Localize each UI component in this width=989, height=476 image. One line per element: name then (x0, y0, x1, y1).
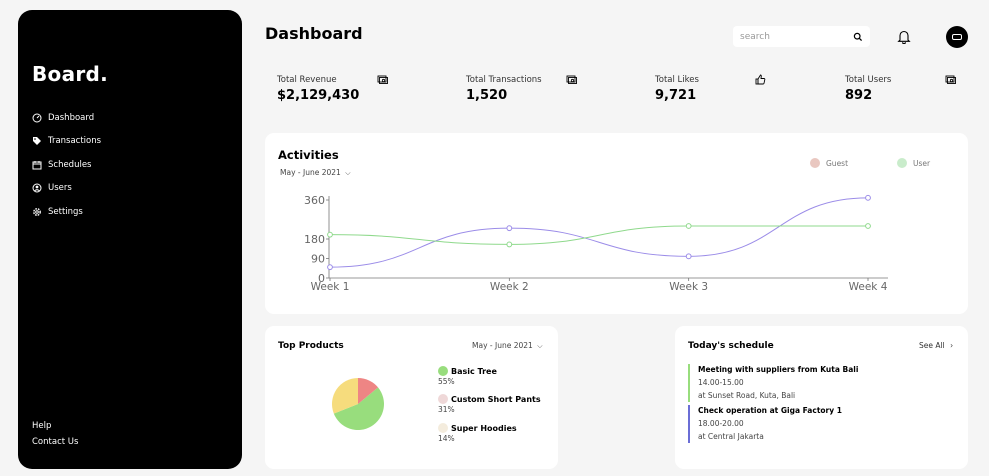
tag-icon (33, 137, 41, 146)
y-tick-label: 360 (304, 194, 325, 207)
thumbs-up-icon (755, 74, 766, 85)
sidebar-item-transactions[interactable]: Transactions (32, 130, 101, 154)
y-tick-label: 90 (311, 253, 325, 266)
sidebar-item-settings[interactable]: Settings (32, 200, 101, 224)
stat-value: $2,129,430 (277, 88, 360, 103)
transactions-icon (566, 75, 577, 84)
see-all-label: See All (919, 341, 945, 350)
event-title: Meeting with suppliers from Kuta Bali (698, 365, 859, 374)
data-point-user[interactable] (506, 241, 513, 248)
stat-card-likes: Total Likes 9,721 (643, 62, 778, 120)
page-title: Dashboard (265, 24, 363, 43)
data-point-user[interactable] (865, 223, 871, 229)
data-point-guest[interactable] (685, 253, 692, 260)
sidebar-item-dashboard[interactable]: Dashboard (32, 106, 101, 130)
event-time: 18.00-20.00 (698, 419, 744, 428)
search-box[interactable] (733, 26, 870, 47)
top-products-card: Top Products May - June 2021 ⌵ Basic Tre… (265, 326, 558, 469)
stat-label: Total Transactions (466, 75, 542, 85)
sidebar: Board. Dashboard Transactions Schedules … (18, 10, 242, 469)
see-all-link[interactable]: See All › (919, 341, 953, 350)
stat-label: Total Likes (655, 75, 699, 85)
brand-logo: Board. (32, 62, 109, 86)
x-tick-label: Week 3 (669, 281, 708, 293)
event-location: at Central Jakarta (698, 432, 764, 441)
product-item: Custom Short Pants 31% (438, 394, 541, 414)
sidebar-nav: Dashboard Transactions Schedules Users S… (32, 106, 101, 224)
sidebar-item-label: Settings (48, 206, 83, 217)
x-tick-label: Week 2 (490, 281, 529, 293)
stat-label: Total Revenue (277, 75, 337, 85)
event-time: 14.00-15.00 (698, 378, 744, 387)
event-location: at Sunset Road, Kuta, Bali (698, 391, 796, 400)
data-point-guest[interactable] (327, 264, 333, 271)
product-swatch (438, 423, 448, 433)
product-swatch (438, 366, 448, 376)
product-name: Super Hoodies (451, 423, 517, 433)
product-swatch (438, 394, 448, 404)
gear-icon (33, 207, 41, 216)
data-point-guest[interactable] (865, 194, 871, 201)
user-icon (32, 183, 42, 193)
sidebar-item-label: Transactions (48, 136, 102, 147)
event-title: Check operation at Giga Factory 1 (698, 406, 842, 415)
schedule-title: Today's schedule (688, 341, 774, 351)
schedule-card: Today's schedule See All › Meeting with … (675, 326, 968, 469)
product-name: Basic Tree (451, 366, 497, 376)
stat-value: 1,520 (466, 88, 508, 103)
product-percent: 55% (438, 377, 455, 386)
sidebar-item-label: Users (48, 183, 72, 194)
product-percent: 31% (438, 405, 455, 414)
calendar-icon (32, 160, 42, 170)
x-tick-label: Week 1 (311, 281, 350, 293)
chevron-right-icon: › (950, 341, 954, 350)
data-point-user[interactable] (327, 231, 333, 238)
stat-card-users: Total Users 892 (833, 62, 968, 120)
stat-label: Total Users (845, 75, 892, 85)
sidebar-item-label: Dashboard (48, 112, 95, 123)
y-tick-label: 180 (304, 233, 325, 246)
money-icon (377, 75, 388, 84)
bell-icon[interactable] (897, 29, 911, 44)
product-item: Super Hoodies 14% (438, 423, 517, 443)
series-line-user (329, 225, 868, 245)
sidebar-item-schedules[interactable]: Schedules (32, 153, 101, 177)
schedule-event[interactable]: Check operation at Giga Factory 1 18.00-… (688, 405, 842, 443)
gauge-icon (32, 113, 42, 123)
help-link[interactable]: Help (32, 418, 78, 434)
sidebar-item-users[interactable]: Users (32, 177, 101, 201)
sidebar-item-label: Schedules (48, 159, 92, 170)
series-line-guest (329, 197, 869, 268)
contact-us-link[interactable]: Contact Us (32, 434, 78, 450)
search-icon[interactable] (853, 32, 863, 42)
product-name: Custom Short Pants (451, 394, 541, 404)
activities-line-chart: 090180360Week 1 Week 2 Week 3 Week 4 (304, 194, 888, 293)
data-point-user[interactable] (685, 223, 692, 229)
sidebar-footer: Help Contact Us (32, 418, 78, 450)
users-icon (945, 75, 956, 84)
product-item: Basic Tree 55% (438, 366, 497, 386)
stat-value: 892 (845, 88, 873, 103)
stat-card-revenue: Total Revenue $2,129,430 (265, 62, 400, 120)
product-percent: 14% (438, 434, 455, 443)
x-tick-label: Week 4 (849, 281, 888, 293)
data-point-guest[interactable] (506, 225, 513, 232)
activities-card: Activities May - June 2021 ⌵ Guest User … (265, 133, 968, 314)
search-input[interactable] (740, 31, 840, 42)
schedule-event[interactable]: Meeting with suppliers from Kuta Bali 14… (688, 364, 858, 402)
stat-card-transactions: Total Transactions 1,520 (454, 62, 589, 120)
stat-value: 9,721 (655, 88, 697, 103)
avatar[interactable] (946, 26, 968, 48)
